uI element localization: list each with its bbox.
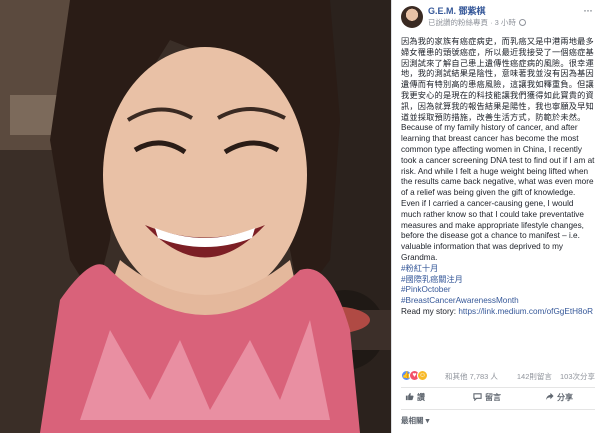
divider [401, 409, 595, 410]
share-button[interactable]: 分享 [545, 392, 573, 403]
post-panel: G.E.M. 鄧紫棋 已說讚的粉絲專頁 · 3 小時 ··· 因為我的家族有癌症… [391, 0, 599, 433]
comment-button[interactable]: 留言 [473, 392, 501, 403]
hashtag-link[interactable]: #粉紅十月 [401, 264, 595, 275]
like-button[interactable]: 讚 [405, 392, 425, 403]
action-bar: 讚 留言 分享 [401, 389, 595, 407]
author-name[interactable]: G.E.M. 鄧紫棋 [428, 4, 486, 17]
reaction-count[interactable]: 和其他 7,783 人 [445, 371, 498, 382]
hashtag-link[interactable]: #BreastCancerAwarenessMonth [401, 296, 595, 307]
hashtag-link[interactable]: #PinkOctober [401, 285, 595, 296]
hashtag-link[interactable]: #國際乳癌關注月 [401, 275, 595, 286]
story-link[interactable]: https://link.medium.com/ofGgEtH8oR [458, 307, 593, 316]
post-meta-text: 已說讚的粉絲專頁 · 3 小時 [428, 18, 516, 27]
like-button-label: 讚 [417, 393, 425, 402]
divider [401, 387, 595, 388]
share-count[interactable]: 103次分享 [560, 372, 595, 381]
post-meta: 已說讚的粉絲專頁 · 3 小時 [428, 17, 527, 28]
reactions-bar: 👍 ♥ ☺ 和其他 7,783 人 142則留言 103次分享 [401, 370, 595, 384]
comment-icon [473, 393, 482, 401]
comments-filter-dropdown[interactable]: 最相關 ▾ [401, 415, 429, 426]
post-text-english: Because of my family history of cancer, … [401, 123, 595, 262]
globe-icon [519, 19, 527, 26]
share-button-label: 分享 [557, 393, 573, 402]
post-photo[interactable] [0, 0, 391, 433]
thumbs-up-icon [405, 392, 414, 401]
photo-illustration [0, 0, 391, 433]
comment-button-label: 留言 [485, 393, 501, 402]
story-label: Read my story: [401, 306, 459, 316]
post-body: 因為我的家族有癌症病史，而乳癌又是中港兩地最多婦女罹患的頭號癌症，所以最近我接受… [401, 37, 595, 318]
post-text-chinese: 因為我的家族有癌症病史，而乳癌又是中港兩地最多婦女罹患的頭號癌症，所以最近我接受… [401, 37, 594, 122]
more-dots-icon[interactable]: ··· [583, 4, 593, 16]
comment-count[interactable]: 142則留言 [517, 372, 552, 381]
author-avatar[interactable] [401, 6, 423, 28]
share-icon [545, 392, 554, 401]
haha-reaction-icon[interactable]: ☺ [417, 370, 428, 381]
post-stats: 142則留言 103次分享 [511, 371, 595, 382]
story-line: Read my story: https://link.medium.com/o… [401, 307, 595, 318]
post-header: G.E.M. 鄧紫棋 已說讚的粉絲專頁 · 3 小時 ··· [392, 0, 599, 36]
